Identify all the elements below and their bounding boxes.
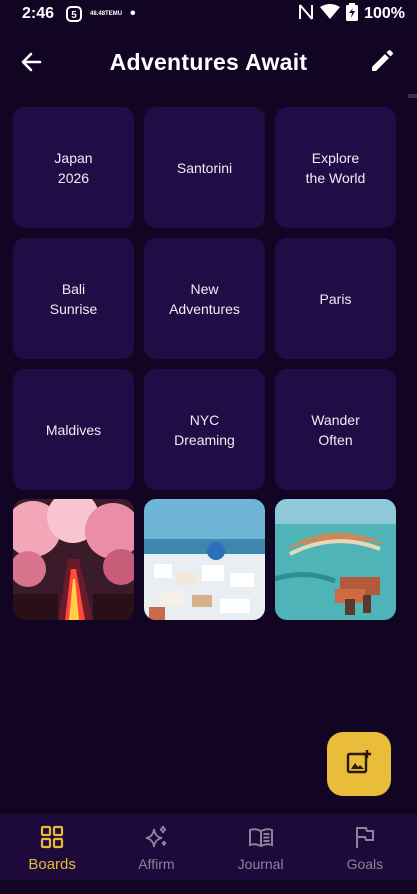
board-tile[interactable]: Maldives (13, 369, 134, 490)
board-tile[interactable]: Paris (275, 238, 396, 359)
board-tile[interactable]: New Adventures (144, 238, 265, 359)
cherry-blossom-photo[interactable] (13, 499, 134, 620)
edit-pencil-icon[interactable] (367, 48, 395, 76)
notification-5-icon: 5 (66, 6, 83, 22)
nav-label: Journal (237, 856, 284, 872)
system-nav-area (0, 880, 417, 894)
santorini-photo[interactable] (144, 499, 265, 620)
overwater-villa-photo[interactable] (275, 499, 396, 620)
board-tile[interactable]: Wander Often (275, 369, 396, 490)
status-time: 2:46 (22, 5, 55, 22)
status-dot: • (130, 5, 136, 22)
board-tile[interactable]: Santorini (144, 107, 265, 228)
nav-item-affirm[interactable]: Affirm (104, 814, 208, 880)
nfc-icon (298, 3, 314, 26)
add-photo-icon (346, 749, 372, 780)
board-tile[interactable]: NYC Dreaming (144, 369, 265, 490)
status-bar: 2:46 5 48.48 TEMU • 100% (0, 0, 417, 28)
nav-item-goals[interactable]: Goals (313, 814, 417, 880)
board-tile[interactable]: Japan 2026 (13, 107, 134, 228)
battery-icon (346, 2, 359, 26)
bottom-nav: Boards Affirm Journal Goals (0, 814, 417, 880)
add-photo-button[interactable] (327, 732, 391, 796)
sparkle-icon (143, 824, 169, 850)
board-tile[interactable]: Bali Sunrise (13, 238, 134, 359)
scroll-edge-indicator (408, 94, 417, 98)
board-grid: Japan 2026 Santorini Explore the World B… (13, 107, 396, 490)
book-icon (248, 824, 274, 850)
flag-icon (352, 824, 378, 850)
nav-label: Boards (28, 856, 76, 873)
grid-icon (39, 824, 65, 850)
svg-text:5: 5 (71, 10, 77, 21)
board-tile[interactable]: Explore the World (275, 107, 396, 228)
battery-percent: 100% (364, 5, 405, 22)
wifi-icon (320, 3, 341, 25)
nav-item-boards[interactable]: Boards (0, 814, 104, 880)
nav-label: Affirm (138, 856, 175, 872)
temu-small-text: 48.48 (90, 11, 106, 17)
temu-notification-icon: 48.48 TEMU (90, 11, 122, 17)
page-title: Adventures Await (109, 48, 308, 75)
temu-label-text: TEMU (105, 11, 123, 17)
nav-label: Goals (346, 856, 384, 872)
photo-row (13, 499, 396, 620)
app-bar: Adventures Await (0, 36, 417, 88)
nav-item-journal[interactable]: Journal (209, 814, 313, 880)
back-arrow-icon[interactable] (18, 48, 46, 76)
